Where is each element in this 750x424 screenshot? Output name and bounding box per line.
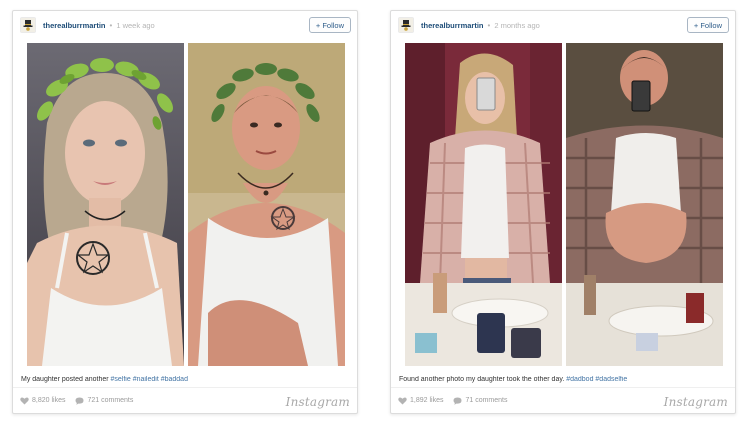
post-card: therealburrmartin • 2 months ago + Follo… — [390, 10, 736, 414]
follow-button[interactable]: + Follow — [308, 17, 351, 33]
likes-label: 1,892 likes — [410, 397, 444, 404]
top-hat-avatar-icon — [399, 18, 413, 32]
post-caption: Found another photo my daughter took the… — [399, 376, 727, 383]
separator-dot: • — [109, 20, 113, 30]
post-caption: My daughter posted another #selfie #nail… — [21, 376, 349, 383]
caption-text: Found another photo my daughter took the… — [399, 376, 567, 383]
instagram-logo[interactable]: Instagram — [664, 395, 728, 409]
top-hat-avatar-icon — [21, 18, 35, 32]
post-card: therealburrmartin • 1 week ago + Follow — [12, 10, 358, 414]
likes-count[interactable]: 8,820 likes — [20, 396, 66, 405]
username-link[interactable]: therealburrmartin — [421, 21, 484, 30]
post-header: therealburrmartin • 1 week ago + Follow — [13, 11, 357, 39]
post-timestamp[interactable]: 2 months ago — [494, 21, 539, 30]
photo-pair — [405, 43, 723, 366]
comment-bubble-icon — [453, 396, 462, 405]
post-header: therealburrmartin • 2 months ago + Follo… — [391, 11, 735, 39]
username-link[interactable]: therealburrmartin — [43, 21, 106, 30]
avatar[interactable] — [398, 17, 414, 33]
daughter-mirror-selfie-photo[interactable] — [405, 43, 562, 366]
dad-selfie-photo[interactable] — [188, 43, 345, 366]
heart-icon — [398, 396, 407, 405]
follow-button[interactable]: + Follow — [686, 17, 729, 33]
likes-count[interactable]: 1,892 likes — [398, 396, 444, 405]
avatar[interactable] — [20, 17, 36, 33]
comments-label: 721 comments — [87, 397, 134, 404]
separator-dot: • — [487, 20, 491, 30]
photo-pair — [27, 43, 345, 366]
caption-hashtags[interactable]: #dadbod #dadselfie — [566, 376, 627, 383]
comments-count[interactable]: 721 comments — [75, 396, 134, 405]
daughter-selfie-photo[interactable] — [27, 43, 184, 366]
instagram-logo[interactable]: Instagram — [286, 395, 350, 409]
comment-bubble-icon — [75, 396, 84, 405]
heart-icon — [20, 396, 29, 405]
comments-label: 71 comments — [465, 397, 508, 404]
post-footer: 1,892 likes 71 comments Instagram — [391, 387, 735, 413]
comments-count[interactable]: 71 comments — [453, 396, 508, 405]
post-timestamp[interactable]: 1 week ago — [116, 21, 154, 30]
caption-hashtags[interactable]: #selfie #nailedit #baddad — [111, 376, 188, 383]
post-footer: 8,820 likes 721 comments Instagram — [13, 387, 357, 413]
caption-text: My daughter posted another — [21, 376, 111, 383]
likes-label: 8,820 likes — [32, 397, 66, 404]
dad-mirror-selfie-photo[interactable] — [566, 43, 723, 366]
